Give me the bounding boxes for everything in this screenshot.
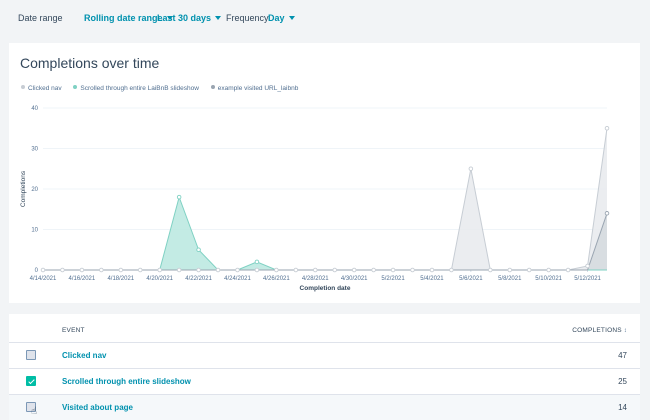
data-point (449, 267, 454, 273)
data-point (196, 267, 201, 273)
x-tick-label: 4/18/2021 (107, 276, 134, 282)
series-area (43, 128, 607, 270)
column-header-completions[interactable]: COMPLETIONS ↕ (572, 327, 627, 334)
data-point (254, 259, 260, 265)
data-point (468, 166, 474, 171)
y-tick-label: 20 (31, 187, 38, 193)
data-point (390, 267, 396, 273)
event-name-link[interactable]: Visited about page (62, 403, 133, 412)
frequency-dropdown[interactable]: Day (268, 13, 295, 23)
chart-card: Completions over time Clicked nav Scroll… (9, 43, 640, 303)
data-point (546, 267, 551, 273)
event-name-link[interactable]: Scrolled through entire slideshow (62, 377, 191, 386)
x-tick-label: 5/4/2021 (420, 276, 444, 282)
x-tick-label: 5/12/2021 (574, 276, 601, 282)
column-header-event: EVENT (62, 327, 85, 334)
data-point (196, 247, 201, 252)
x-tick-label: 5/6/2021 (459, 276, 483, 282)
events-table: EVENT COMPLETIONS ↕ Clicked nav 47 Scroll… (9, 314, 640, 420)
period-dropdown[interactable]: Last 30 days (157, 13, 222, 23)
y-tick-label: 30 (31, 147, 38, 153)
data-point (585, 263, 590, 269)
date-range-label: Date range (18, 13, 63, 23)
data-point (40, 267, 46, 273)
data-point (215, 267, 221, 273)
completions-value: 14 (618, 403, 627, 412)
event-name-link[interactable]: Clicked nav (62, 351, 106, 360)
table-row[interactable]: Scrolled through entire slideshow 25 (9, 369, 640, 394)
data-point (235, 267, 240, 273)
row-checkbox[interactable] (26, 350, 36, 360)
chevron-down-icon (215, 16, 222, 20)
data-point (604, 125, 610, 131)
data-point (157, 267, 162, 273)
data-point (488, 267, 493, 273)
table-row[interactable]: ☝ Visited about page 14 (9, 395, 640, 420)
data-point (351, 267, 357, 273)
period-value: Last 30 days (157, 13, 212, 23)
data-point (176, 267, 182, 273)
sort-icon: ↕ (623, 328, 627, 334)
frequency-value: Day (268, 13, 285, 23)
column-header-completions-label: COMPLETIONS (572, 327, 622, 334)
x-tick-label: 5/8/2021 (498, 276, 522, 282)
series-line (43, 213, 608, 271)
data-point (99, 267, 104, 273)
data-point (429, 267, 435, 273)
completions-value: 47 (618, 351, 627, 360)
x-tick-label: 4/26/2021 (263, 276, 290, 282)
x-tick-label: 5/10/2021 (535, 276, 562, 282)
data-point (332, 267, 337, 273)
filter-bar: Date range Rolling date range Last 30 da… (0, 0, 650, 38)
completions-chart: 0 10 20 30 40 4/14/2021 4/16/2021 4/18/2021 4/20… (20, 106, 610, 292)
x-tick-label: 4/22/2021 (185, 276, 212, 282)
data-point (313, 267, 318, 273)
data-point (410, 267, 415, 273)
data-point (274, 267, 279, 273)
x-axis-title: Completion date (300, 285, 351, 292)
series-area (43, 213, 607, 270)
series-line (43, 195, 607, 271)
frequency-label: Frequency (226, 13, 269, 23)
x-tick-label: 4/30/2021 (341, 276, 368, 282)
y-tick-label: 0 (35, 268, 39, 274)
series-line (43, 128, 608, 271)
x-tick-label: 4/28/2021 (302, 276, 329, 282)
data-point (137, 267, 143, 273)
x-tick-label: 4/14/2021 (30, 276, 57, 282)
table-row[interactable]: Clicked nav 47 (9, 343, 640, 368)
data-point (293, 267, 299, 273)
y-axis-title: Completions (20, 170, 27, 207)
x-tick-label: 5/2/2021 (381, 276, 405, 282)
data-point (60, 267, 65, 273)
pointer-cursor-icon: ☝ (31, 406, 38, 417)
data-point (118, 267, 124, 273)
x-tick-label: 4/20/2021 (146, 276, 173, 282)
data-point (507, 267, 513, 273)
x-tick-label: 4/16/2021 (69, 276, 96, 282)
data-point (604, 211, 610, 216)
y-tick-label: 40 (31, 106, 38, 112)
row-checkbox[interactable] (26, 376, 36, 386)
y-tick-label: 10 (31, 228, 38, 234)
completions-value: 25 (618, 377, 627, 386)
data-point (526, 267, 532, 273)
series-area (43, 197, 607, 270)
date-range-value: Rolling date range (84, 13, 163, 23)
data-point (371, 267, 376, 273)
data-point (254, 267, 260, 273)
data-point (565, 267, 571, 273)
x-tick-label: 4/24/2021 (224, 276, 251, 282)
chevron-down-icon (288, 16, 295, 20)
data-point (176, 194, 182, 200)
data-point (79, 267, 85, 273)
